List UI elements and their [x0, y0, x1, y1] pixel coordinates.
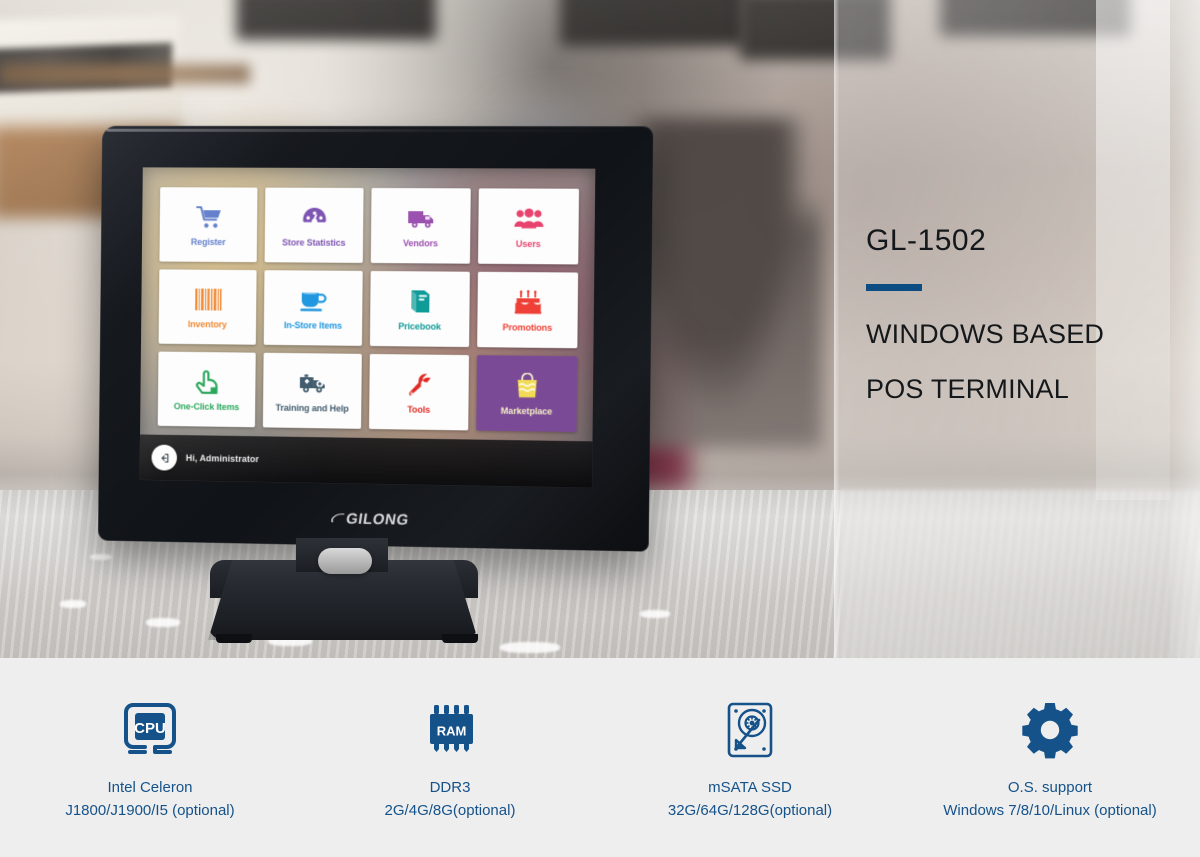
- spec-title: DDR3: [429, 779, 471, 796]
- birthday-cake-icon: [513, 287, 542, 317]
- spec-text-ram: DDR3 2G/4G/8G(optional): [385, 776, 516, 823]
- svg-text:RAM: RAM: [437, 724, 467, 739]
- spec-item-os: O.S. support Windows 7/8/10/Linux (optio…: [910, 698, 1190, 823]
- stand-hinge: [318, 548, 372, 574]
- app-tile-label: Training and Help: [275, 402, 349, 414]
- app-tile-label: Vendors: [402, 238, 438, 249]
- app-tile-label: In-Store Items: [283, 320, 343, 331]
- ambulance-icon: [298, 368, 326, 398]
- user-greeting: Hi, Administrator: [185, 453, 260, 465]
- speedometer-icon: [300, 203, 328, 233]
- spec-detail: 32G/64G/128G(optional): [667, 802, 833, 820]
- product-banner: GL-1502 WINDOWS BASED POS TERMINAL Regis…: [0, 0, 1200, 857]
- headline-line-2: POS TERMINAL: [866, 374, 1069, 404]
- app-tile-training-and-help[interactable]: Training and Help: [262, 352, 362, 429]
- svg-text:CPU: CPU: [134, 720, 166, 737]
- app-tile-label: Inventory: [187, 319, 227, 330]
- bezel-highlight: [106, 128, 643, 133]
- app-tile-label: Users: [515, 238, 541, 250]
- chalkboard-sign: [740, 0, 890, 60]
- wrench-icon: [406, 369, 432, 399]
- app-tile-label: One-Click Items: [173, 401, 240, 413]
- app-tile-one-click-items[interactable]: One-Click Items: [157, 351, 256, 428]
- headline-line-1: WINDOWS BASED: [866, 319, 1105, 349]
- spec-text-os: O.S. support Windows 7/8/10/Linux (optio…: [943, 776, 1156, 823]
- accent-rule: [866, 284, 922, 291]
- spec-item-storage: mSATA SSD 32G/64G/128G(optional): [610, 698, 890, 823]
- taskbar: Hi, Administrator: [139, 434, 593, 488]
- cpu-chip-icon: CPU: [123, 698, 177, 762]
- pointing-hand-icon: [195, 367, 219, 397]
- spec-detail: J1800/J1900/I5 (optional): [65, 802, 235, 820]
- delivery-truck-icon: [406, 203, 435, 233]
- brand-logo: GILONG: [330, 510, 410, 528]
- spec-item-cpu: CPU Intel Celeron J1800/J1900/I5 (option…: [10, 698, 290, 823]
- wood-shelf: [0, 64, 250, 84]
- spec-item-ram: RAM DDR3 2G/4G/8G(optional): [310, 698, 590, 823]
- app-tile-in-store-items[interactable]: In-Store Items: [263, 270, 363, 346]
- app-tile-store-statistics[interactable]: Store Statistics: [264, 187, 364, 263]
- shopping-cart-icon: [195, 202, 221, 232]
- ram-chip-icon: RAM: [423, 698, 477, 762]
- app-tile-register[interactable]: Register: [159, 187, 258, 263]
- gear-icon: [1021, 698, 1079, 762]
- app-tile-inventory[interactable]: Inventory: [158, 269, 257, 345]
- spec-text-storage: mSATA SSD 32G/64G/128G(optional): [668, 776, 832, 823]
- app-tile-marketplace[interactable]: Marketplace: [476, 355, 578, 433]
- spec-detail: 2G/4G/8G(optional): [384, 802, 516, 820]
- app-tile-users[interactable]: Users: [478, 188, 580, 265]
- hero-photo-area: GL-1502 WINDOWS BASED POS TERMINAL Regis…: [0, 0, 1200, 658]
- chalkboard-sign: [560, 0, 746, 46]
- app-tile-promotions[interactable]: Promotions: [477, 271, 579, 349]
- barcode-icon: [194, 284, 222, 314]
- hero-copy: GL-1502 WINDOWS BASED POS TERMINAL: [866, 226, 1186, 403]
- app-tile-label: Marketplace: [500, 405, 553, 417]
- app-tile-label: Register: [190, 236, 226, 248]
- app-tile-pricebook[interactable]: Pricebook: [369, 270, 470, 348]
- spec-bar: CPU Intel Celeron J1800/J1900/I5 (option…: [0, 658, 1200, 857]
- spec-title: Intel Celeron: [107, 779, 193, 796]
- touch-screen[interactable]: Register Store Statistics Vendors Users Inve…: [139, 167, 596, 488]
- stand-foot-right: [442, 634, 478, 643]
- app-tile-label: Store Statistics: [282, 237, 346, 248]
- app-tile-label: Promotions: [502, 322, 553, 333]
- book-icon: [407, 286, 433, 316]
- logout-arrow-icon[interactable]: [151, 444, 178, 471]
- brand-swoosh-icon: [332, 513, 346, 523]
- spec-title: O.S. support: [1007, 779, 1093, 796]
- hard-drive-icon: [725, 698, 775, 762]
- app-tile-grid: Register Store Statistics Vendors Users Inve…: [157, 187, 580, 433]
- pos-terminal: Register Store Statistics Vendors Users Inve…: [98, 125, 654, 552]
- app-tile-label: Tools: [407, 404, 431, 415]
- stand-foot-left: [216, 634, 252, 643]
- brand-name: GILONG: [345, 510, 411, 529]
- model-code: GL-1502: [866, 224, 987, 257]
- spec-title: mSATA SSD: [708, 779, 792, 796]
- spec-detail: Windows 7/8/10/Linux (optional): [943, 802, 1157, 820]
- spec-text-cpu: Intel Celeron J1800/J1900/I5 (optional): [65, 776, 234, 823]
- app-tile-label: Pricebook: [398, 321, 442, 332]
- shopping-bag-icon: [513, 371, 540, 402]
- coffee-cup-icon: [299, 285, 327, 315]
- chalkboard-sign: [236, 0, 436, 40]
- users-group-icon: [513, 204, 544, 234]
